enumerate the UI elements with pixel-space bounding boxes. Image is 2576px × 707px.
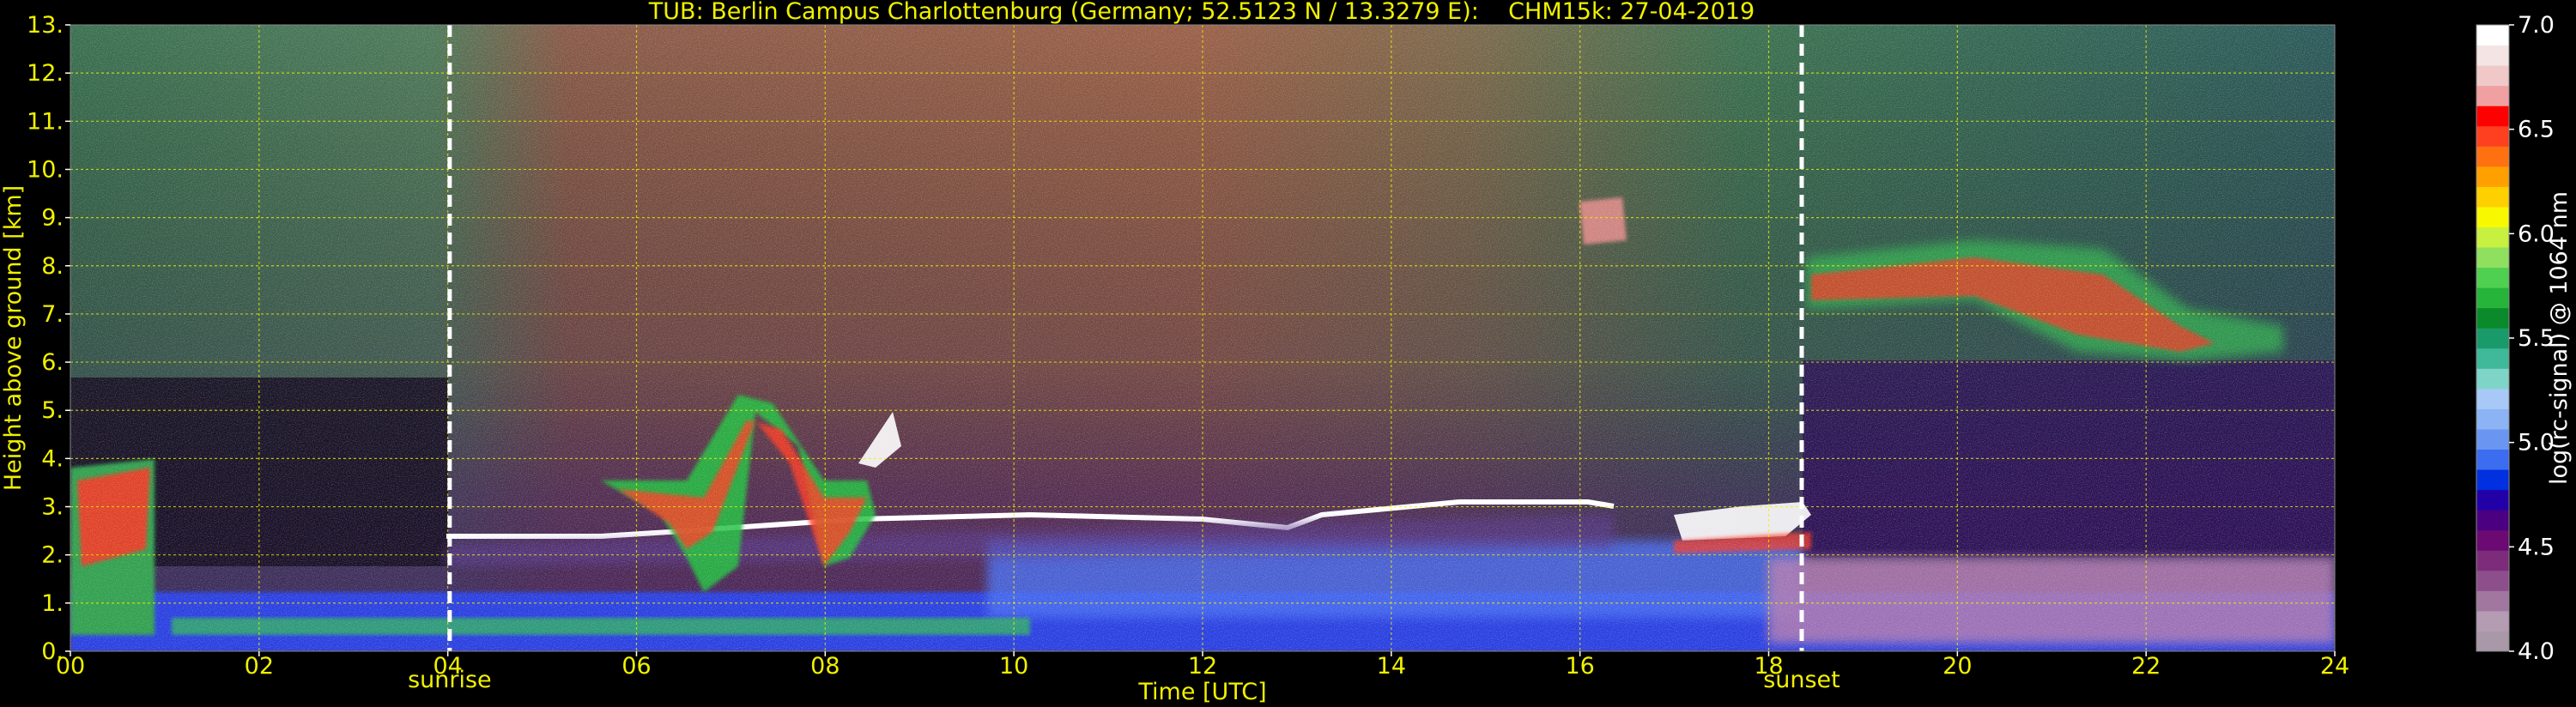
- colorbar-segment: [2476, 45, 2509, 66]
- colorbar-segment: [2476, 267, 2509, 288]
- chart-title: TUB: Berlin Campus Charlottenburg (Germa…: [648, 0, 1755, 25]
- colorbar-segment: [2476, 106, 2509, 127]
- x-tick-label: 08: [810, 653, 839, 680]
- colorbar-segment: [2476, 388, 2509, 409]
- colorbar-label: log(rc-signal) @ 1064 nm: [2546, 191, 2573, 485]
- x-tick-label: 04: [433, 653, 462, 680]
- y-tick-label: 4.: [41, 445, 64, 472]
- colorbar-segment: [2476, 247, 2509, 269]
- colorbar-segment: [2476, 65, 2509, 87]
- x-tick-label: 20: [1943, 653, 1972, 680]
- x-tick-label: 12: [1188, 653, 1217, 680]
- x-tick-label: 06: [621, 653, 651, 680]
- x-tick-label: 02: [245, 653, 274, 680]
- colorbar-tick-label: 6.5: [2518, 117, 2555, 143]
- y-tick-label: 8.: [41, 253, 64, 280]
- colorbar-segment: [2476, 610, 2509, 631]
- colorbar-segment: [2476, 328, 2509, 349]
- y-tick-label: 5.: [41, 397, 64, 424]
- y-tick-label: 1.: [41, 590, 64, 617]
- y-tick-labels: 0. 1. 2. 3. 4. 5. 6. 7. 8. 9. 10. 11. 12. 13.: [27, 12, 70, 665]
- lidar-plot: sunrise sunset 00 02 04 06 08 10 12 14 16 18 20 22 24…: [0, 0, 2573, 705]
- x-tick-label: 10: [999, 653, 1028, 680]
- colorbar-segment: [2476, 631, 2509, 652]
- colorbar-segment: [2476, 186, 2509, 208]
- colorbar-segment: [2476, 449, 2509, 470]
- colorbar-segment: [2476, 25, 2509, 46]
- colorbar-segment: [2476, 489, 2509, 511]
- colorbar-segment: [2476, 368, 2509, 390]
- y-tick-label: 10.: [27, 156, 64, 183]
- x-tick-labels: 00 02 04 06 08 10 12 14 16 18 20 22 24: [56, 651, 2349, 680]
- x-tick-label: 16: [1565, 653, 1594, 680]
- colorbar-segment: [2476, 85, 2509, 106]
- y-axis-label: Height above ground [km]: [0, 185, 27, 491]
- y-tick-label: 6.: [41, 349, 64, 376]
- colorbar-segment: [2476, 206, 2509, 227]
- y-tick-label: 9.: [41, 205, 64, 232]
- x-tick-label: 14: [1377, 653, 1406, 680]
- colorbar-tick-label: 4.5: [2518, 534, 2555, 560]
- y-tick-label: 0.: [41, 638, 64, 665]
- colorbar-segment: [2476, 125, 2509, 147]
- colorbar-segment: [2476, 469, 2509, 491]
- colorbar-segment: [2476, 590, 2509, 612]
- y-tick-label: 2.: [41, 542, 64, 569]
- colorbar-segment: [2476, 227, 2509, 248]
- y-tick-label: 7.: [41, 301, 64, 328]
- colorbar-segment: [2476, 287, 2509, 309]
- colorbar-segment: [2476, 307, 2509, 329]
- colorbar-segment: [2476, 428, 2509, 450]
- colorbar-tick-label: 4.0: [2518, 638, 2555, 665]
- x-axis-label: Time [UTC]: [1137, 679, 1266, 705]
- colorbar: [2476, 24, 2510, 652]
- y-tick-label: 12.: [27, 60, 64, 87]
- y-tick-label: 13.: [27, 12, 64, 39]
- colorbar-segment: [2476, 347, 2509, 369]
- y-tick-label: 11.: [27, 108, 64, 135]
- x-tick-label: 22: [2131, 653, 2161, 680]
- colorbar-segment: [2476, 529, 2509, 551]
- colorbar-segment: [2476, 146, 2509, 167]
- x-tick-label: 18: [1754, 653, 1783, 680]
- colorbar-segment: [2476, 166, 2509, 187]
- x-tick-label: 24: [2320, 653, 2349, 680]
- colorbar-segment: [2476, 550, 2509, 571]
- y-tick-label: 3.: [41, 494, 64, 521]
- colorbar-tick-label: 7.0: [2518, 12, 2555, 39]
- colorbar-segment: [2476, 510, 2509, 531]
- colorbar-segment: [2476, 570, 2509, 591]
- colorbar-segment: [2476, 408, 2509, 430]
